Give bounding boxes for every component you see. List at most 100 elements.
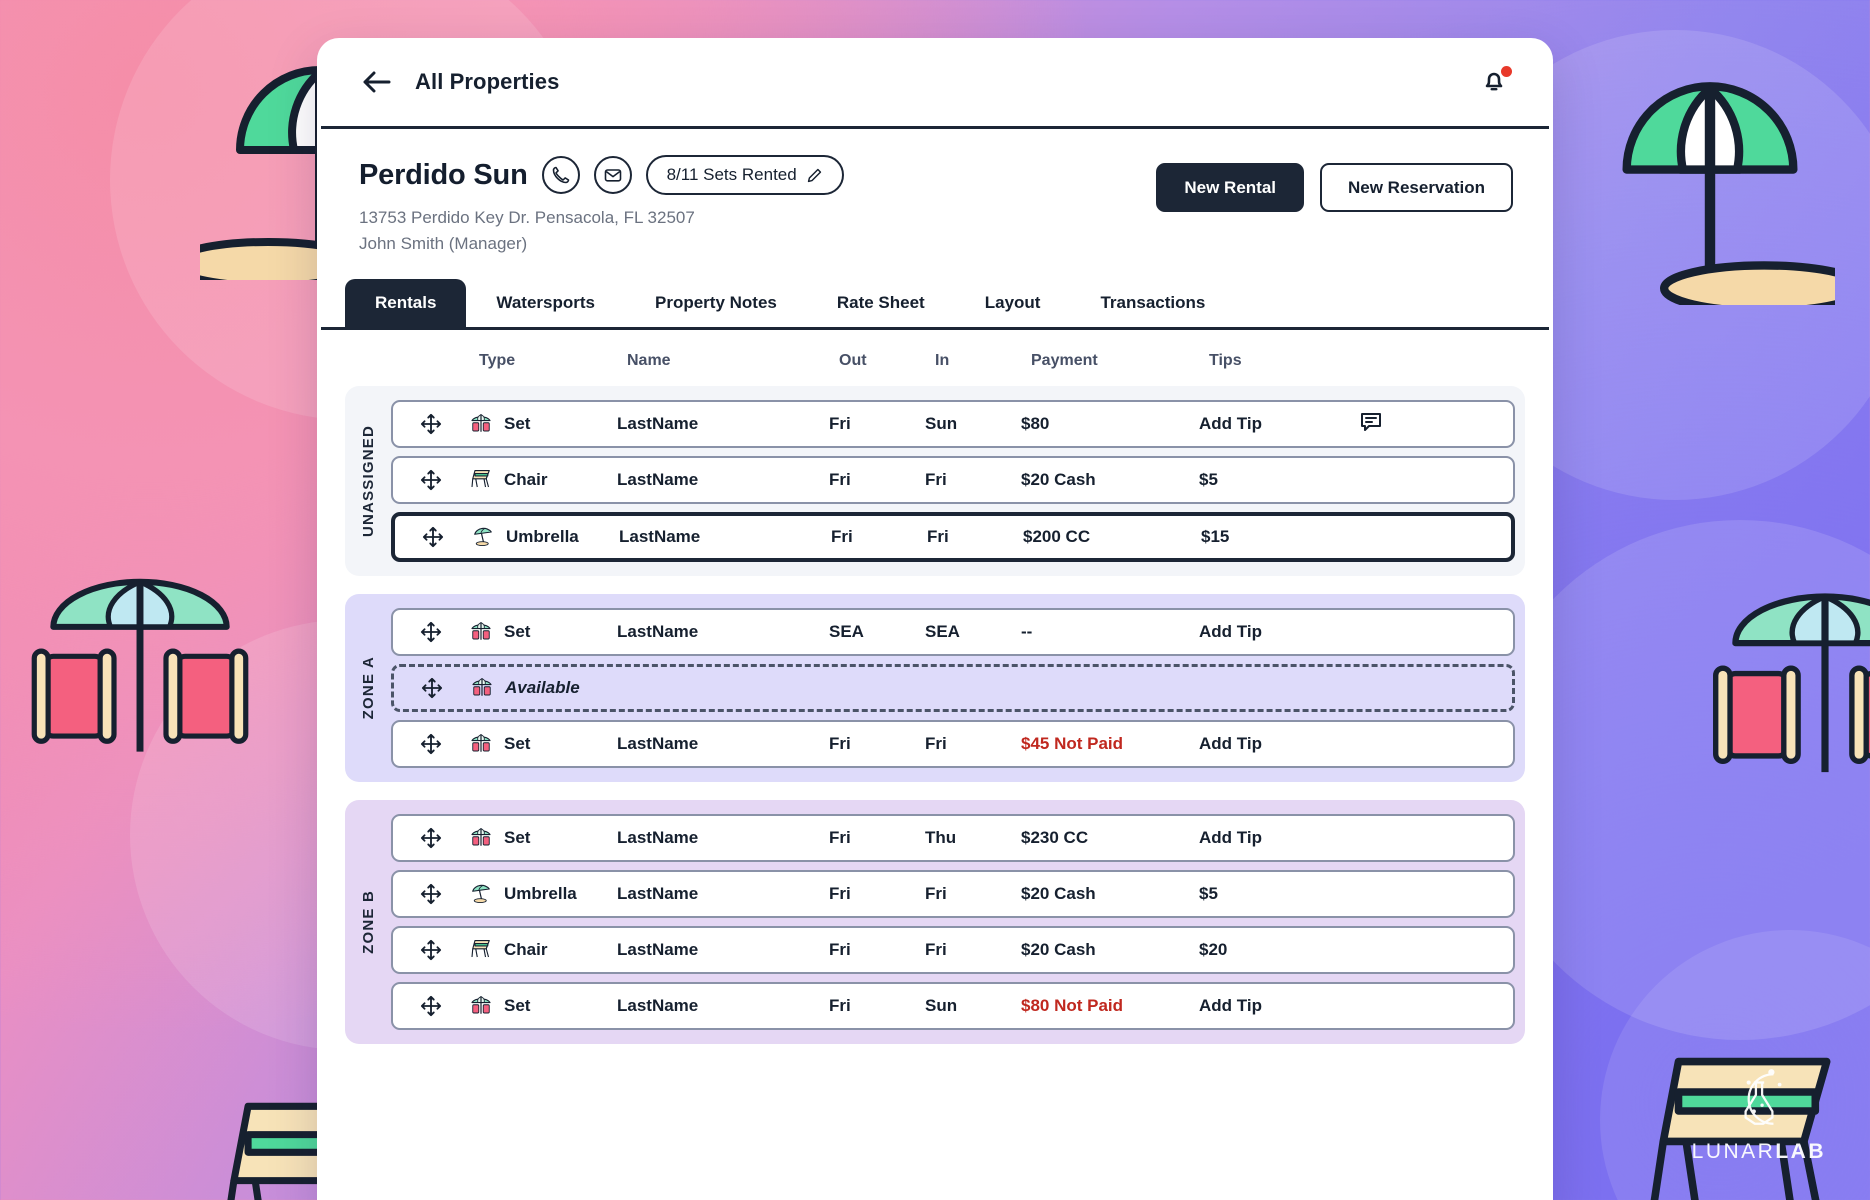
cell-tips[interactable]: Add Tip [1199,414,1359,434]
drag-handle[interactable] [393,621,469,643]
beach-chair-emoji [469,466,493,494]
drag-handle[interactable] [394,677,470,699]
cell-out: Fri [829,940,851,959]
tab-property-notes[interactable]: Property Notes [625,279,807,327]
drag-handle[interactable] [393,469,469,491]
property-info: Perdido Sun 8/11 Sets Rented 13753 Perdi… [359,155,1156,254]
rental-rows: Set LastName Fri Sun $80 Add Tip Chair LastNam… [391,400,1515,562]
cell-tips[interactable]: Add Tip [1199,828,1359,848]
drag-handle[interactable] [393,995,469,1017]
cell-type: Chair [469,936,617,964]
cell-payment[interactable]: $200 CC [1023,527,1201,547]
rental-row[interactable]: Set LastName Fri Thu $230 CC Add Tip [391,814,1515,862]
cell-payment[interactable]: $20 Cash [1021,940,1199,960]
drag-handle[interactable] [393,733,469,755]
type-label: Chair [504,470,548,489]
drag-handle[interactable] [393,413,469,435]
cell-name: LastName [617,414,699,433]
notifications-button[interactable] [1479,65,1513,99]
drag-handle[interactable] [393,827,469,849]
cell-tips[interactable]: $5 [1199,884,1359,904]
drag-handle[interactable] [395,526,471,548]
cell-tips[interactable]: Add Tip [1199,996,1359,1016]
back-button[interactable] [359,65,393,99]
rental-row[interactable]: Chair LastName Fri Fri $20 Cash $5 [391,456,1515,504]
rental-row[interactable]: Set LastName Fri Sun $80 Add Tip [391,400,1515,448]
cell-tips[interactable]: $5 [1199,470,1359,490]
call-property-button[interactable] [541,156,580,194]
cell-name: LastName [617,884,699,903]
cell-payment[interactable]: -- [1021,622,1199,642]
tab-watersports[interactable]: Watersports [466,279,625,327]
sets-rented-badge[interactable]: 8/11 Sets Rented [645,155,844,195]
beach-set-emoji [471,621,491,640]
cell-type: Set [469,730,617,758]
beach-set-emoji [469,992,493,1020]
cell-type: Umbrella [469,880,617,908]
rental-row[interactable]: Umbrella LastName Fri Fri $200 CC $15 [391,512,1515,562]
tab-rentals[interactable]: Rentals [345,279,467,327]
cell-payment[interactable]: $20 Cash [1021,884,1199,904]
cell-type: Set [469,824,617,852]
type-label: Set [504,414,531,433]
cell-payment[interactable]: $80 Not Paid [1021,996,1199,1016]
type-label: Umbrella [504,884,577,903]
cell-out: Fri [829,996,851,1015]
cell-payment[interactable]: $45 Not Paid [1021,734,1199,754]
beach-set-emoji [471,413,491,432]
beach-set-emoji [471,733,491,752]
cell-payment[interactable]: $230 CC [1021,828,1199,848]
type-label: Set [504,734,531,753]
top-bar: All Properties [317,38,1553,126]
cell-tips[interactable]: $15 [1201,527,1361,547]
tab-list: Rentals Watersports Property Notes Rate … [345,279,1545,327]
rental-group-zone-b: ZONE B Set LastName Fri Thu $230 CC Add Tip U… [345,800,1525,1044]
cell-tips[interactable]: Add Tip [1199,734,1359,754]
type-label: Available [505,678,580,697]
header-in: In [935,352,950,369]
drag-handle[interactable] [393,883,469,905]
cell-in: Fri [925,734,947,753]
cell-tips[interactable]: $20 [1199,940,1359,960]
cell-in: Sun [925,996,958,1015]
cell-note[interactable] [1359,410,1513,439]
drag-move-icon [422,526,444,548]
zone-label-text: UNASSIGNED [359,424,377,537]
available-slot-row[interactable]: Available [391,664,1515,712]
tab-transactions[interactable]: Transactions [1070,279,1235,327]
type-label: Chair [504,940,548,959]
beach-umbrella-illustration [1622,82,1835,305]
header-type: Type [479,352,516,369]
new-reservation-button[interactable]: New Reservation [1320,163,1513,212]
drag-handle[interactable] [393,939,469,961]
rental-row[interactable]: Set LastName SEA SEA -- Add Tip [391,608,1515,656]
tab-rate-sheet[interactable]: Rate Sheet [807,279,955,327]
beach-umbrella-emoji [469,880,493,908]
cell-in: Fri [925,884,947,903]
property-address: 13753 Perdido Key Dr. Pensacola, FL 3250… [359,208,695,227]
cell-type: Set [469,618,617,646]
beach-set-illustration [31,578,249,752]
cell-out: SEA [829,622,864,641]
cell-payment[interactable]: $80 [1021,414,1199,434]
rental-row[interactable]: Chair LastName Fri Fri $20 Cash $20 [391,926,1515,974]
cell-name: LastName [617,996,699,1015]
cell-name: LastName [617,734,699,753]
drag-move-icon [420,995,442,1017]
drag-move-icon [420,827,442,849]
cell-tips[interactable]: Add Tip [1199,622,1359,642]
rental-row[interactable]: Set LastName Fri Sun $80 Not Paid Add Tip [391,982,1515,1030]
email-property-button[interactable] [593,156,632,194]
beach-chair-emoji [469,936,493,964]
tab-layout[interactable]: Layout [955,279,1071,327]
header-name: Name [627,352,671,369]
beach-umbrella-emoji [471,523,495,551]
table-header-row: Type Name Out In Payment Tips [345,330,1525,386]
new-rental-button[interactable]: New Rental [1156,163,1304,212]
cell-payment[interactable]: $20 Cash [1021,470,1199,490]
drag-move-icon [421,677,443,699]
rental-row[interactable]: Umbrella LastName Fri Fri $20 Cash $5 [391,870,1515,918]
rental-row[interactable]: Set LastName Fri Fri $45 Not Paid Add Tip [391,720,1515,768]
cell-in: Fri [925,940,947,959]
cell-name: LastName [617,828,699,847]
